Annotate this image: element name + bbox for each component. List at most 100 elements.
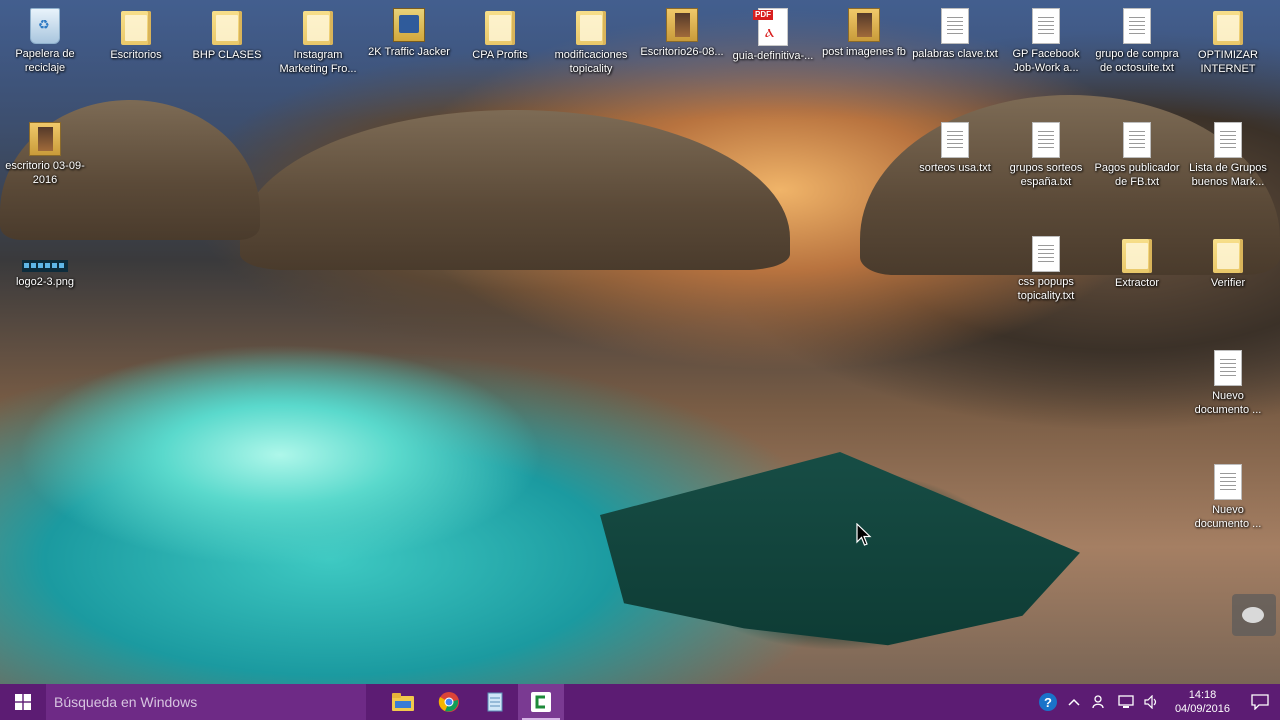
desktop-icon-escritorio-03-09[interactable]: escritorio 03-09-2016 xyxy=(2,122,88,187)
taskbar-app-file-explorer[interactable] xyxy=(380,684,426,720)
desktop-icon-label: Nuevo documento ... xyxy=(1194,504,1262,530)
system-tray: ? 14:18 04/09/2016 xyxy=(1035,684,1280,720)
folder-icon xyxy=(1122,239,1152,273)
notepad-icon xyxy=(487,692,503,712)
desktop-icon-label: escritorio 03-09-2016 xyxy=(5,160,85,186)
desktop-icon-nuevo-documento-1[interactable]: Nuevo documento ... xyxy=(1185,350,1271,417)
start-button[interactable] xyxy=(0,684,46,720)
desktop-icon-label: BHP CLASES xyxy=(192,49,262,61)
desktop-icon-label: css popups topicality.txt xyxy=(1017,276,1075,302)
folder-icon xyxy=(1213,239,1243,273)
taskbar-app-camtasia[interactable] xyxy=(518,684,564,720)
desktop-icon-lista-de-grupos[interactable]: Lista de Grupos buenos Mark... xyxy=(1185,122,1271,189)
desktop-icon-escritorios[interactable]: Escritorios xyxy=(93,8,179,62)
desktop-icon-recycle-bin[interactable]: ♻ Papelera de reciclaje xyxy=(2,8,88,75)
desktop-icon-verifier[interactable]: Verifier xyxy=(1185,236,1271,290)
desktop-icon-bhp-clases[interactable]: BHP CLASES xyxy=(184,8,270,62)
volume-tray-button[interactable] xyxy=(1141,695,1163,709)
desktop-icon-label: OPTIMIZAR INTERNET xyxy=(1198,49,1258,75)
desktop-icon-label: Extractor xyxy=(1114,277,1159,289)
folder-icon xyxy=(485,11,515,45)
desktop-icon-label: sorteos usa.txt xyxy=(919,162,991,174)
folder-icon xyxy=(303,11,333,45)
desktop-icon-pagos-publicador[interactable]: Pagos publicador de FB.txt xyxy=(1094,122,1180,189)
desktop-icon-label: Escritorios xyxy=(110,49,162,61)
desktop-icon-label: Papelera de reciclaje xyxy=(15,48,75,74)
desktop-icon-extractor[interactable]: Extractor xyxy=(1094,236,1180,290)
desktop-icon-label: guia-definitiva-... xyxy=(732,50,814,62)
desktop-icon-grupos-sorteos-espana[interactable]: grupos sorteos españa.txt xyxy=(1003,122,1089,189)
desktop-icon-palabras-clave[interactable]: palabras clave.txt xyxy=(912,8,998,61)
help-tray-button[interactable]: ? xyxy=(1037,692,1059,712)
text-file-icon xyxy=(1123,8,1151,44)
desktop-icon-label: post imagenes fb xyxy=(822,46,906,58)
person-sync-icon xyxy=(1092,695,1104,709)
text-file-icon xyxy=(1214,350,1242,386)
show-hidden-icons-button[interactable] xyxy=(1063,698,1085,706)
desktop-icon-label: Verifier xyxy=(1210,277,1246,289)
text-file-icon xyxy=(1032,236,1060,272)
desktop-icon-2k-traffic-jacker[interactable]: 2K Traffic Jacker xyxy=(366,8,452,59)
taskbar-search-box[interactable]: Búsqueda en Windows xyxy=(46,684,366,720)
text-file-icon xyxy=(941,8,969,44)
notification-icon xyxy=(1251,694,1269,710)
desktop: ♻ Papelera de reciclaje Escritorios BHP … xyxy=(0,0,1280,684)
folder-icon xyxy=(212,11,242,45)
taskbar-clock[interactable]: 14:18 04/09/2016 xyxy=(1165,688,1240,716)
desktop-icon-label: palabras clave.txt xyxy=(912,48,998,60)
text-file-icon xyxy=(1123,122,1151,158)
desktop-icon-label: CPA Profits xyxy=(472,49,528,61)
desktop-icon-label: modificaciones topicality xyxy=(554,49,628,75)
desktop-icon-label: Nuevo documento ... xyxy=(1194,390,1262,416)
application-icon xyxy=(393,8,425,42)
clock-time: 14:18 xyxy=(1188,689,1217,701)
network-tray-button[interactable] xyxy=(1115,695,1137,709)
taskbar-app-chrome[interactable] xyxy=(426,684,472,720)
image-file-icon xyxy=(848,8,880,42)
text-file-icon xyxy=(1214,122,1242,158)
desktop-icon-label: GP Facebook Job-Work a... xyxy=(1012,48,1080,74)
desktop-icon-label: 2K Traffic Jacker xyxy=(368,46,450,58)
text-file-icon xyxy=(1214,464,1242,500)
desktop-icon-escritorio26[interactable]: Escritorio26-08... xyxy=(639,8,725,59)
taskbar-app-notepad[interactable] xyxy=(472,684,518,720)
chevron-up-icon xyxy=(1068,698,1080,706)
help-icon: ? xyxy=(1038,693,1057,711)
text-file-icon xyxy=(1032,122,1060,158)
desktop-icon-sorteos-usa[interactable]: sorteos usa.txt xyxy=(912,122,998,175)
desktop-icon-post-imagenes-fb[interactable]: post imagenes fb xyxy=(821,8,907,59)
desktop-icon-label: Instagram Marketing Fro... xyxy=(279,49,357,75)
file-explorer-icon xyxy=(392,693,414,711)
recycle-bin-icon: ♻ xyxy=(30,8,60,44)
folder-icon xyxy=(1213,11,1243,45)
desktop-icon-modificaciones-topicality[interactable]: modificaciones topicality xyxy=(548,8,634,76)
speaker-icon xyxy=(1144,695,1157,709)
png-thumbnail-icon xyxy=(22,260,68,272)
desktop-icon-label: Escritorio26-08... xyxy=(640,46,724,58)
folder-icon xyxy=(121,11,151,45)
wallpaper-hut xyxy=(240,110,790,270)
desktop-icon-instagram-marketing[interactable]: Instagram Marketing Fro... xyxy=(275,8,361,76)
windows-logo-icon xyxy=(15,694,31,710)
onedrive-tray-button[interactable] xyxy=(1089,695,1111,709)
desktop-icon-logo2-3[interactable]: logo2-3.png xyxy=(2,236,88,289)
acrobat-logo-icon: ⲁ xyxy=(765,21,774,41)
desktop-icon-nuevo-documento-2[interactable]: Nuevo documento ... xyxy=(1185,464,1271,531)
text-file-icon xyxy=(941,122,969,158)
camtasia-icon xyxy=(531,692,551,712)
desktop-icon-label: grupos sorteos españa.txt xyxy=(1009,162,1083,188)
pdf-file-icon: PDF ⲁ xyxy=(753,8,788,46)
desktop-icon-label: grupo de compra de octosuite.txt xyxy=(1095,48,1179,74)
action-center-button[interactable] xyxy=(1240,694,1280,710)
desktop-icon-guia-definitiva[interactable]: PDF ⲁ guia-definitiva-... xyxy=(730,8,816,63)
desktop-icon-cpa-profits[interactable]: CPA Profits xyxy=(457,8,543,62)
desktop-icon-grupo-de-compra[interactable]: grupo de compra de octosuite.txt xyxy=(1094,8,1180,75)
folder-icon xyxy=(576,11,606,45)
desktop-icon-gp-facebook[interactable]: GP Facebook Job-Work a... xyxy=(1003,8,1089,75)
recorder-side-tab[interactable] xyxy=(1232,594,1276,636)
taskbar: Búsqueda en Windows ? 14:18 04/09/2016 xyxy=(0,684,1280,720)
wallpaper-umbrella xyxy=(600,452,1080,646)
desktop-icon-css-popups[interactable]: css popups topicality.txt xyxy=(1003,236,1089,303)
mouse-cursor-icon xyxy=(856,523,872,546)
desktop-icon-optimizar-internet[interactable]: OPTIMIZAR INTERNET xyxy=(1185,8,1271,76)
